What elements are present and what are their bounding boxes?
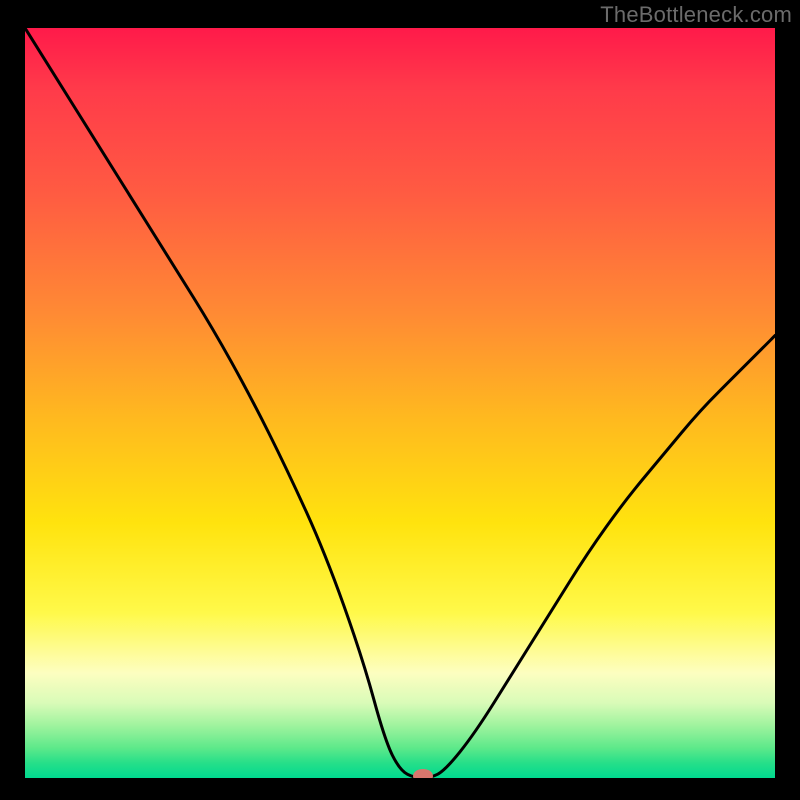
plot-area	[25, 28, 775, 778]
chart-frame: TheBottleneck.com	[0, 0, 800, 800]
bottleneck-curve	[25, 28, 775, 778]
optimum-marker	[413, 769, 433, 778]
watermark-text: TheBottleneck.com	[600, 2, 792, 28]
